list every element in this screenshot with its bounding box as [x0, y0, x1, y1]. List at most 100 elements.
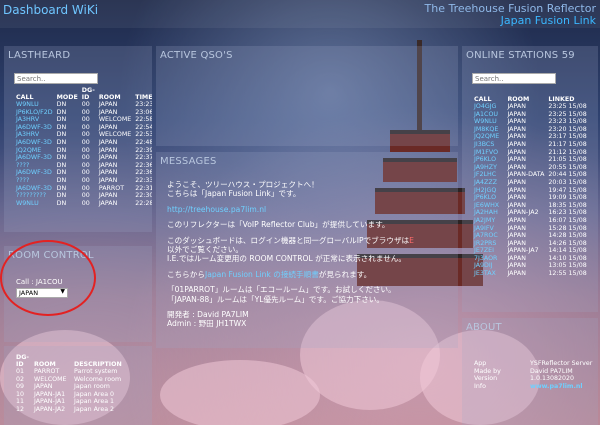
table-cell: JA2JMY	[474, 216, 496, 224]
room-row: 12 JAPAN-JA2 Japan Area 2	[14, 406, 148, 414]
table-cell: 22:48:0!	[135, 138, 152, 146]
table-cell: YSFReflector Server	[530, 360, 593, 367]
station-row: JM8KQE JAPAN 23:20 15/08	[472, 126, 596, 134]
table-cell: ????	[16, 161, 30, 169]
station-row: W9NLU JAPAN 23:23 15/08	[472, 118, 596, 126]
manual-line-prefix: こちらから	[167, 269, 205, 279]
column-header: CALL	[16, 94, 34, 101]
table-cell: 12	[16, 405, 25, 413]
table-cell: 00	[81, 154, 90, 162]
table-cell: 23:17 15/08	[548, 133, 587, 141]
table-cell: DN	[56, 131, 67, 139]
lastheard-row: JA6DWF-3D DN 00 JAPAN 22:54:0!	[14, 124, 152, 132]
table-cell: DN	[56, 169, 67, 177]
table-cell: JAPAN	[507, 156, 526, 164]
table-cell: David PA7LIM	[530, 367, 573, 375]
table-cell: JA6DWF-3D	[16, 123, 52, 131]
table-cell: 23:06:5!	[135, 108, 152, 116]
lastheard-search-input[interactable]	[14, 73, 98, 84]
online-search-input[interactable]	[472, 73, 556, 84]
table-cell: ?????????	[16, 192, 47, 200]
table-cell: 00	[81, 199, 90, 207]
table-cell: Japan Area 2	[74, 405, 115, 413]
about-table-wrap: App YSFReflector Server Made by David PA7LI…	[472, 360, 596, 390]
table-cell: JR2PRS	[474, 239, 497, 247]
table-cell: JAPAN	[507, 103, 526, 110]
messages-body: ようこそ、ツリーハウス・プロジェクトへ！ こちらは「Japan Fusion L…	[167, 180, 457, 335]
table-cell: JE7ZEI	[474, 247, 494, 255]
table-cell: JA9IFV	[474, 224, 494, 232]
table-cell: 14:28 15/08	[548, 232, 587, 240]
table-cell: JAPAN	[507, 270, 526, 278]
table-cell: 22:28:5!	[135, 199, 152, 207]
table-cell: 00	[81, 123, 90, 131]
lastheard-row: JA6DWF-3D DN 00 JAPAN 22:48:0!	[14, 139, 152, 147]
table-cell: JAPAN	[98, 146, 118, 154]
lastheard-row: JA3HRV DN 00 WELCOME22:58:0!	[14, 116, 152, 124]
online-stations-label: ONLINE STATIONS	[466, 50, 559, 61]
table-cell: 13:05 15/08	[548, 262, 587, 270]
table-cell: JAPAN-DATA	[507, 171, 545, 179]
treehouse-url-link[interactable]: http://treehouse.pa7lim.nl	[167, 205, 266, 214]
table-cell: 23:25 15/08	[548, 110, 587, 118]
table-cell: JM1FVO	[474, 148, 499, 156]
column-header: LINKED	[548, 96, 575, 103]
table-cell: JF2LHC	[474, 171, 497, 179]
station-row: JP6KLO JAPAN 19:09 15/08	[472, 194, 596, 202]
table-cell: DN	[56, 123, 67, 131]
table-cell: 20:03 15/08	[548, 178, 587, 186]
lastheard-row: ???? DN 00 JAPAN 22:33:0!	[14, 177, 152, 185]
table-cell: JA6DWF-3D	[16, 138, 52, 146]
table-cell: WELCOME	[98, 116, 132, 124]
online-stations-count: 59	[561, 50, 575, 61]
lastheard-row: ????????? DN 00 JAPAN 22:30:5!	[14, 192, 152, 200]
table-cell: JAPAN	[507, 239, 526, 247]
station-row: JA2JMY JAPAN 16:07 15/08	[472, 217, 596, 225]
table-cell: JAPAN	[34, 383, 53, 391]
table-cell: PARROT	[98, 184, 125, 192]
table-cell: JAPAN	[507, 224, 526, 232]
table-cell: PARROT	[34, 368, 60, 375]
table-cell: JA6DWF-3D	[16, 184, 52, 192]
table-cell: Japan Area 1	[74, 398, 115, 406]
table-cell: JAPAN	[98, 154, 118, 162]
table-cell: 00	[81, 108, 90, 116]
table-cell: 16:23 15/08	[548, 209, 587, 217]
connection-manual-link[interactable]: Japan Fusion Link の接続手順書	[205, 270, 319, 279]
table-cell: DN	[56, 161, 67, 169]
table-cell: 22:58:0!	[135, 116, 152, 124]
dashboard-title-link[interactable]: Dashboard WiKi	[3, 3, 98, 17]
table-cell: JA7ROC	[474, 232, 498, 240]
table-cell: DN	[56, 199, 67, 207]
info-link[interactable]: www.pa7lim.nl	[528, 383, 596, 391]
table-cell: 23:25 15/08	[548, 103, 587, 110]
table-cell: 23:23:1!	[135, 101, 152, 108]
table-cell: JP6KLO	[474, 194, 497, 202]
table-cell: JAPAN	[507, 262, 526, 270]
room-row: 09 JAPAN Japan room	[14, 383, 148, 391]
table-cell: JAPAN	[507, 140, 526, 148]
table-cell: JAPAN	[507, 163, 526, 171]
table-cell: WELCOME	[34, 375, 67, 383]
table-cell: 02	[16, 375, 25, 383]
table-cell: JAPAN	[98, 138, 118, 146]
room-row: 01 PARROT Parrot system	[14, 368, 148, 376]
table-cell: JAPAN-JA2	[34, 405, 66, 413]
station-row: JA1COU JAPAN 23:25 15/08	[472, 111, 596, 119]
table-cell: WELCOME	[98, 131, 132, 139]
about-row: App YSFReflector Server	[472, 360, 596, 368]
station-row: JH2JGQ JAPAN 19:47 15/08	[472, 187, 596, 195]
ie-note-line: I.E.ではルーム変更用の ROOM CONTROL が正常に表示されません。	[167, 254, 406, 264]
table-cell: App	[474, 360, 487, 367]
table-cell: JAPAN-JA1	[34, 398, 66, 406]
table-cell: JAPAN-JA7	[507, 247, 539, 255]
table-cell: 00	[81, 101, 90, 108]
table-cell: 00	[81, 131, 90, 139]
browser-note-line: このダッシュボードは、ログイン機器と同一グローバルIPでブラウザは	[167, 235, 410, 245]
table-cell: JAPAN	[507, 216, 526, 224]
room-row: 10 JAPAN-JA1 Japan Area 0	[14, 391, 148, 399]
table-cell: JAPAN	[507, 110, 526, 118]
table-cell: 22:53:3!	[135, 131, 152, 139]
table-cell: 22:37:0!	[135, 154, 152, 162]
table-cell: JAPAN	[507, 148, 526, 156]
